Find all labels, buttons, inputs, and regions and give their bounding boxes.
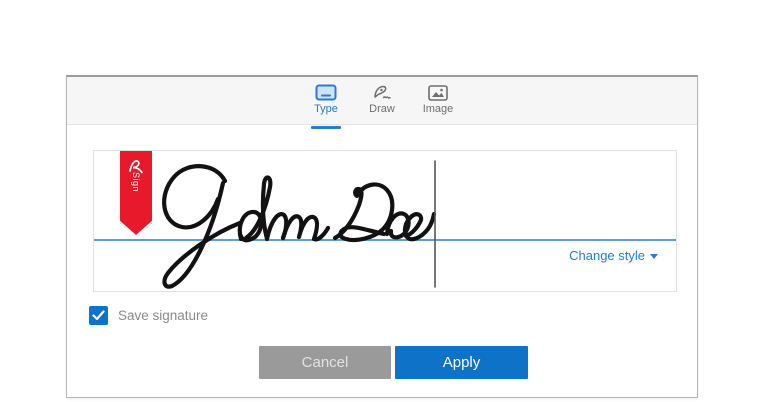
tab-type[interactable]: Type <box>302 84 350 125</box>
typed-signature-ink <box>94 151 678 293</box>
tab-draw-label: Draw <box>369 104 395 115</box>
signature-input-field[interactable]: John Doe <box>93 150 677 292</box>
tab-type-label: Type <box>314 104 338 115</box>
tab-image[interactable]: Image <box>414 84 462 125</box>
change-style-label: Change style <box>569 248 645 263</box>
adobe-sign-ribbon: Sign <box>120 151 152 235</box>
tab-draw[interactable]: Draw <box>358 84 406 125</box>
tab-image-label: Image <box>423 104 454 115</box>
checkmark-icon <box>92 310 105 321</box>
create-signature-dialog: Type Draw <box>66 75 698 398</box>
change-style-dropdown[interactable]: Change style <box>569 248 658 263</box>
ribbon-sign-label: Sign <box>131 172 141 192</box>
signature-tabbar: Type Draw <box>67 77 697 125</box>
image-icon <box>427 84 449 101</box>
signature-dialog-backdrop: Type Draw <box>0 0 768 402</box>
active-tab-underline <box>311 126 341 129</box>
save-signature-row: Save signature <box>89 306 208 325</box>
chevron-down-icon <box>650 254 658 259</box>
save-signature-label: Save signature <box>118 308 208 323</box>
save-signature-checkbox[interactable] <box>89 306 108 325</box>
dialog-button-row: Cancel Apply <box>67 346 697 379</box>
cancel-button[interactable]: Cancel <box>259 346 391 379</box>
pen-icon <box>371 84 393 101</box>
keyboard-icon <box>315 84 337 101</box>
apply-button[interactable]: Apply <box>395 346 528 379</box>
